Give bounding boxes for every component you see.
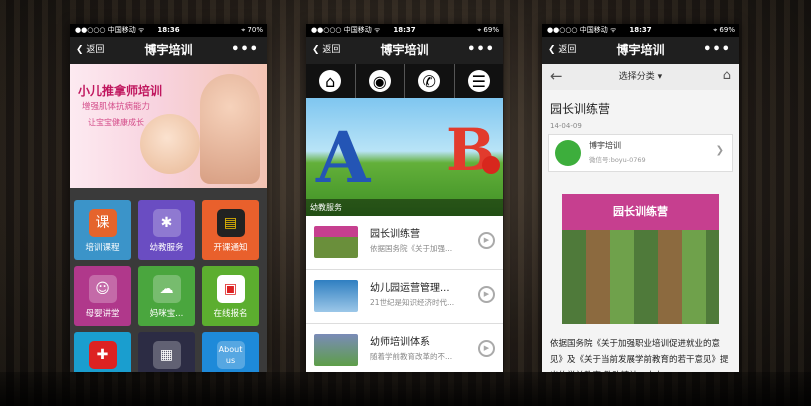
item-description: 依据国务院《关于加强... [370, 244, 453, 253]
grid-icon: ▦ [152, 341, 181, 369]
list-item[interactable]: 幼师培训体系 随着学前教育改革的不... ▶ [306, 324, 503, 372]
item-title: 幼儿园运营管理... [370, 283, 450, 294]
category-select[interactable]: 选择分类 ▾ [542, 64, 739, 90]
battery-label: ⌖ 69% [713, 26, 735, 34]
baby-icon: ☺ [88, 275, 117, 303]
item-thumbnail [314, 334, 358, 366]
phone-screen-home: ●●○○○ 中国移动 ᯤ 18:36 ⌖ 70% ❮ 返回 博宇培训 ••• 小… [70, 24, 267, 372]
nav-bar: ❮ 返回 博宇培训 ••• [542, 37, 739, 64]
tile-about-us[interactable]: About us [202, 332, 259, 372]
banner-subline-1: 增强肌体抗病能力 [82, 102, 151, 112]
category-bar: ← 选择分类 ▾ ⌂ [542, 64, 739, 91]
apple-graphic [482, 156, 500, 174]
item-description: 21世纪是知识经济时代... [370, 298, 455, 307]
tile-label: 幼教服务 [149, 243, 184, 253]
baby-figure [140, 114, 200, 174]
wechat-avatar-icon [555, 140, 581, 166]
phone-screen-list: ●●○○○ 中国移动 ᯤ 18:37 ⌖ 69% ❮ 返回 博宇培训 ••• ⌂… [306, 24, 503, 372]
clock: 18:36 [157, 26, 180, 34]
plus-icon: ✚ [88, 341, 117, 369]
status-bar: ●●○○○ 中国移动 ᯤ 18:37 ⌖ 69% [306, 24, 503, 37]
more-menu-button[interactable]: ••• [703, 37, 731, 62]
list-item[interactable]: 园长训练营 依据国务院《关于加强... ▶ [306, 216, 503, 270]
article-date: 14-04-09 [550, 122, 582, 130]
phone-screen-article: ●●○○○ 中国移动 ᯤ 18:37 ⌖ 69% ❮ 返回 博宇培训 ••• ←… [542, 24, 739, 372]
battery-label: ⌖ 70% [241, 26, 263, 34]
tile-mother-baby-class[interactable]: ☺ 母婴讲堂 [74, 266, 131, 326]
play-icon[interactable]: ▶ [478, 286, 495, 303]
item-title: 园长训练营 [370, 229, 420, 240]
tile-apps[interactable]: ▦ [138, 332, 195, 372]
tile-label: 母婴讲堂 [85, 309, 120, 319]
promo-banner[interactable]: 小儿推拿师培训 增强肌体抗病能力 让宝宝健康成长 [70, 64, 267, 188]
item-thumbnail [314, 226, 358, 258]
article-image: 园长训练营 [562, 194, 719, 324]
mother-figure [200, 74, 260, 184]
floor-reflection [0, 372, 811, 406]
play-icon[interactable]: ▶ [478, 232, 495, 249]
list-icon: ☰ [467, 70, 490, 92]
letter-b-graphic: B [446, 116, 496, 184]
tile-training-courses[interactable]: 课培训课程 [74, 200, 131, 260]
nav-bar: ❮ 返回 博宇培训 ••• [306, 37, 503, 64]
home-icon: ⌂ [319, 70, 342, 92]
location-shortcut[interactable]: ◉ [356, 64, 405, 98]
banner-subline-2: 让宝宝健康成长 [88, 118, 144, 127]
item-title: 幼师培训体系 [370, 337, 430, 348]
item-description: 随着学前教育改革的不... [370, 352, 453, 361]
puzzle-icon: ✱ [152, 209, 181, 237]
list-item[interactable]: 幼儿园运营管理... 21世纪是知识经济时代... ▶ [306, 270, 503, 324]
phone-icon: ✆ [418, 70, 441, 92]
tile-mommy-treasure[interactable]: ☁ 妈咪宝... [138, 266, 195, 326]
author-name: 博宇培训 [589, 141, 621, 150]
category-banner[interactable]: A B 幼教服务 [306, 98, 503, 216]
banner-caption: 幼教服务 [306, 199, 503, 216]
item-thumbnail [314, 280, 358, 312]
status-bar: ●●○○○ 中国移动 ᯤ 18:37 ⌖ 69% [542, 24, 739, 37]
banner-headline: 小儿推拿师培训 [78, 84, 163, 98]
menu-grid: 课培训课程 ✱ 幼教服务 ▤ 开课通知 ☺ 母婴讲堂 ☁ 妈咪宝... ▣ 在线报名 ✚ … [70, 188, 267, 372]
tile-label: 妈咪宝... [149, 309, 184, 319]
tile-preschool-service[interactable]: ✱ 幼教服务 [138, 200, 195, 260]
author-card[interactable]: 博宇培训 微信号:boyu-0769 ❯ [548, 134, 733, 172]
nav-bar: ❮ 返回 博宇培训 ••• [70, 37, 267, 64]
article-title: 园长训练营 [550, 102, 611, 116]
more-menu-button[interactable]: ••• [231, 37, 259, 62]
shortcut-bar: ⌂ ◉ ✆ ☰ [306, 64, 503, 98]
info-icon: About us [216, 341, 245, 369]
tile-online-signup[interactable]: ▣ 在线报名 [202, 266, 259, 326]
tile-label: 在线报名 [213, 309, 248, 319]
article-list: 园长训练营 依据国务院《关于加强... ▶ 幼儿园运营管理... 21世纪是知识… [306, 216, 503, 372]
play-icon[interactable]: ▶ [478, 340, 495, 357]
tile-label: 开课通知 [213, 243, 248, 253]
phone-shortcut[interactable]: ✆ [405, 64, 455, 98]
article-body: 依据国务院《关于加强职业培训促进就业的意见》及《关于当前发展学前教育的若干意见》… [550, 339, 729, 372]
home-icon[interactable]: ⌂ [723, 68, 731, 83]
home-shortcut[interactable]: ⌂ [306, 64, 356, 98]
book-icon: 课 [88, 209, 117, 237]
tile-plus[interactable]: ✚ [74, 332, 131, 372]
playground-photo [562, 230, 719, 324]
tile-class-notice[interactable]: ▤ 开课通知 [202, 200, 259, 260]
clock: 18:37 [629, 26, 652, 34]
letter-a-graphic: A [316, 116, 371, 199]
article-view: 园长训练营 14-04-09 博宇培训 微信号:boyu-0769 ❯ 园长训练… [542, 90, 739, 372]
more-menu-button[interactable]: ••• [467, 37, 495, 62]
image-header: 园长训练营 [562, 194, 719, 230]
location-pin-icon: ◉ [368, 70, 391, 92]
clock: 18:37 [393, 26, 416, 34]
tile-label: 培训课程 [85, 243, 120, 253]
battery-label: ⌖ 69% [477, 26, 499, 34]
calendar-icon: ▣ [216, 275, 245, 303]
list-shortcut[interactable]: ☰ [455, 64, 504, 98]
author-wechat-id: 微信号:boyu-0769 [589, 156, 646, 164]
status-bar: ●●○○○ 中国移动 ᯤ 18:36 ⌖ 70% [70, 24, 267, 37]
chat-icon: ☁ [152, 275, 181, 303]
chevron-right-icon: ❯ [715, 145, 724, 156]
message-icon: ▤ [216, 209, 245, 237]
